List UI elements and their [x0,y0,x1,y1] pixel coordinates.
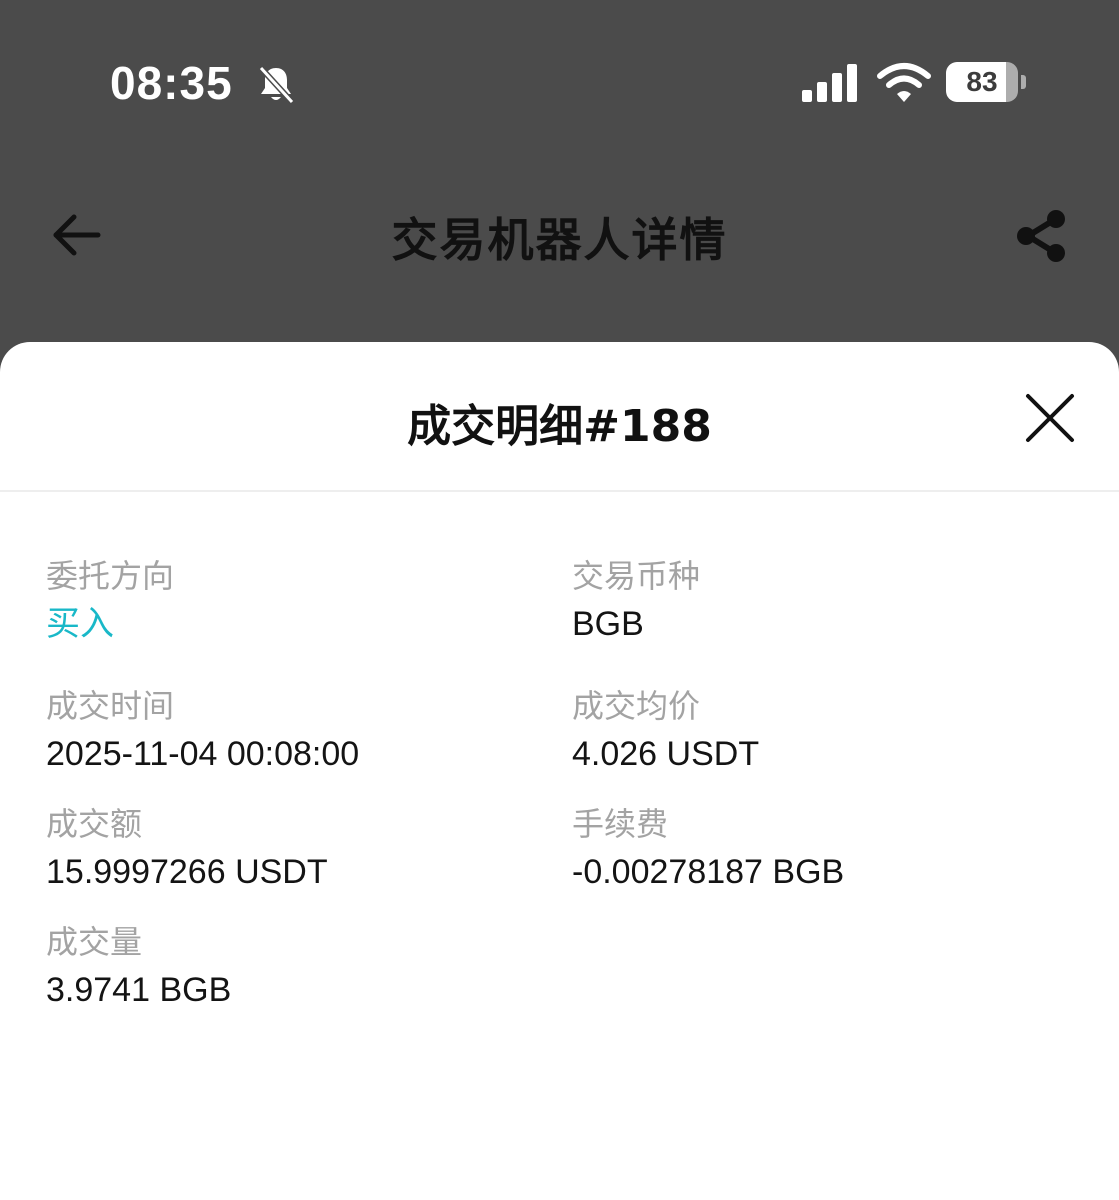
quantity-value: 3.9741 BGB [46,971,232,1009]
field-amount: 成交额 15.9997266 USDT [46,804,546,894]
field-trade-time: 成交时间 2025-11-04 00:08:00 [46,686,546,776]
fee-value: -0.00278187 BGB [572,853,845,891]
trade-detail-sheet: 成交明细#188 委托方向 买入 交易币种 BGB 成交时间 2025-11-0… [0,342,1119,1200]
app-screen: 08:35 83 交易机器人详情 成交明细#188 委托方向 买入 交易币种 B… [0,0,1119,1200]
wifi-icon [877,63,931,102]
close-icon[interactable] [1022,390,1078,446]
field-fee: 手续费 -0.00278187 BGB [572,804,1072,894]
field-label: 成交均价 [572,687,701,725]
direction-value: 买入 [46,604,114,644]
field-label: 手续费 [572,805,669,843]
nav-header: 交易机器人详情 [0,180,1119,290]
bell-muted-icon [258,65,295,105]
field-label: 成交时间 [46,687,175,725]
field-label: 交易币种 [572,557,701,595]
field-direction: 委托方向 买入 [46,556,546,646]
avg-price-value: 4.026 USDT [572,735,760,773]
field-label: 成交额 [46,805,143,843]
battery-icon: 83 [946,62,1026,104]
field-quantity: 成交量 3.9741 BGB [46,922,546,1012]
sheet-title: 成交明细#188 [407,401,712,452]
field-label: 委托方向 [46,557,175,595]
share-icon[interactable] [1012,208,1072,264]
symbol-value: BGB [572,605,644,643]
field-avg-price: 成交均价 4.026 USDT [572,686,1072,776]
page-title: 交易机器人详情 [391,213,728,267]
status-time: 08:35 [110,57,233,109]
trade-time-value: 2025-11-04 00:08:00 [46,735,360,773]
status-bar: 08:35 83 [0,0,1119,150]
field-label: 成交量 [46,923,143,961]
sheet-header: 成交明细#188 [0,342,1119,492]
amount-value: 15.9997266 USDT [46,853,328,891]
signal-icon [802,64,857,102]
battery-level: 83 [966,66,998,97]
field-symbol: 交易币种 BGB [572,556,1072,646]
